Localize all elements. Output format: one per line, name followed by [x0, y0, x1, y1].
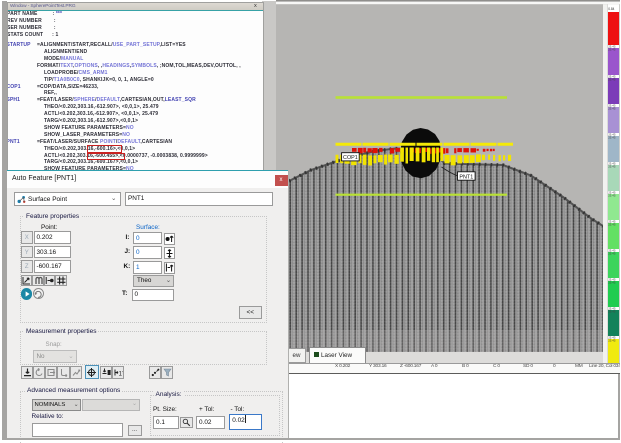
svg-text:25.45: 25.45 [608, 77, 616, 81]
svg-text:25.45: 25.45 [608, 135, 616, 139]
svg-text:25.45: 25.45 [608, 280, 616, 284]
svg-text:25.45: 25.45 [608, 47, 616, 51]
svg-text:0.84: 0.84 [608, 7, 614, 11]
svg-text:25.45: 25.45 [608, 106, 616, 110]
svg-text:25.45: 25.45 [608, 193, 616, 197]
svg-text:1ᵀ: 1ᵀ [119, 371, 123, 377]
svg-text:25.45: 25.45 [608, 309, 616, 313]
svg-text:COP1: COP1 [343, 155, 358, 161]
svg-text:25.45: 25.45 [608, 222, 616, 226]
svg-text:25.45: 25.45 [608, 164, 616, 168]
svg-text:PNT1: PNT1 [459, 174, 473, 180]
svg-text:25.45: 25.45 [608, 338, 616, 342]
svg-text:25.45: 25.45 [608, 251, 616, 255]
